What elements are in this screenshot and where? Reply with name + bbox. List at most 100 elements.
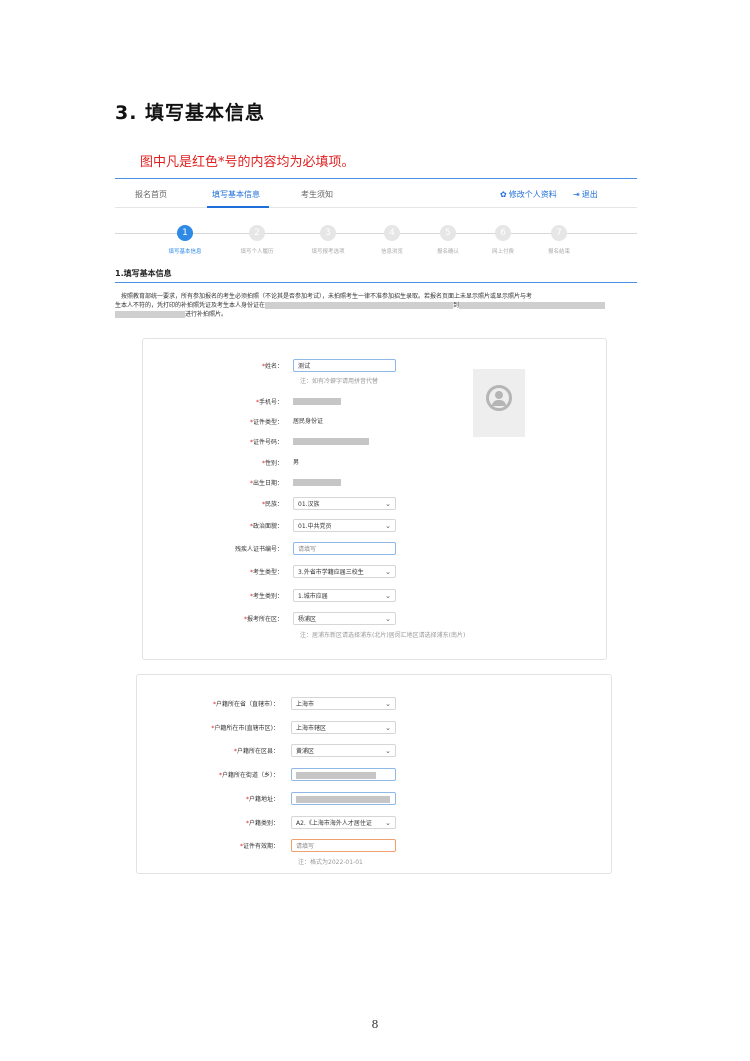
redacted-block (115, 311, 185, 318)
redacted-block (293, 438, 369, 445)
redacted-block (296, 796, 390, 803)
chevron-down-icon: ⌄ (385, 724, 391, 732)
tab-basic-info[interactable]: 填写基本信息 (212, 189, 260, 200)
validity-label: 证件有效期： (242, 843, 279, 850)
birth-row: *出生日期： (249, 480, 283, 487)
step-7: 7 报名结束 (529, 222, 589, 255)
notice-text: 生本人不符的，凭打印的补拍照凭证及考生本人身份证在 (115, 302, 266, 309)
redacted-block (265, 302, 454, 309)
city-row: *户籍所在市(直辖市区)： (211, 725, 279, 732)
hukoutype-selected: A2.《上海市海外人才居住证 (296, 820, 372, 827)
chevron-down-icon: ⌄ (385, 522, 391, 530)
name-input[interactable]: 测试 (293, 359, 396, 372)
political-select[interactable]: 01.中共党员 ⌄ (293, 519, 396, 532)
disability-placeholder: 请填写 (298, 546, 317, 553)
validity-row: *证件有效期： (239, 843, 279, 850)
province-select[interactable]: 上海市 ⌄ (291, 697, 396, 710)
idtype-value: 居民身份证 (293, 418, 324, 425)
phone-value (293, 395, 353, 408)
ethnic-row: *民族： (261, 501, 283, 508)
step-label: 报名结束 (547, 249, 570, 255)
tab-candidate-notice[interactable]: 考生须知 (301, 189, 333, 200)
name-label: 姓名： (264, 363, 283, 370)
province-row: *户籍所在省（直辖市）： (212, 701, 279, 708)
step-label: 填写个人履历 (240, 249, 274, 255)
name-row: *姓名： (261, 363, 283, 370)
birth-label: 出生日期： (252, 480, 283, 487)
step-number: 1 (177, 225, 193, 241)
step-label: 报名确认 (436, 249, 459, 255)
disability-row: 残疾人证书编号： (143, 542, 283, 556)
county-selected: 黄浦区 (296, 748, 315, 755)
edit-profile-link[interactable]: ✿ 修改个人资料 (500, 189, 557, 200)
address-label: 户籍地址： (248, 796, 279, 803)
photo-placeholder (473, 369, 525, 437)
birth-value (293, 476, 353, 489)
chevron-down-icon: ⌄ (385, 568, 391, 576)
notice-line-1: 按照教育部统一要求，所有参加报名的考生必须拍照（不论其是否参加考试），未拍照考生… (121, 293, 533, 300)
name-hint: 注：如有冷僻字请用拼音代替 (300, 378, 379, 385)
province-selected: 上海市 (296, 701, 315, 708)
examtype-label: 考生类型： (252, 569, 283, 576)
category-row: *考生类别： (249, 593, 283, 600)
screenshot-frame: 报名首页 填写基本信息 考生须知 ✿ 修改个人资料 ⇥ 退出 1 填写基本信息 2 … (115, 178, 637, 883)
validity-placeholder: 请填写 (296, 843, 315, 850)
examtype-select[interactable]: 3.外省市学籍应届三校生 ⌄ (293, 565, 396, 578)
edit-profile-label: 修改个人资料 (508, 190, 557, 199)
county-row: *户籍所在区县： (233, 748, 279, 755)
notice-line-2: 生本人不符的，凭打印的补拍照凭证及考生本人身份证在到 (115, 301, 637, 310)
district-label: 报考所在区： (246, 616, 283, 623)
redacted-block (293, 479, 341, 486)
chevron-down-icon: ⌄ (385, 592, 391, 600)
political-row: *政治面貌： (249, 523, 283, 530)
step-2: 2 填写个人履历 (227, 222, 287, 255)
photo-notice: 按照教育部统一要求，所有参加报名的考生必须拍照（不论其是否参加考试），未拍照考生… (115, 292, 637, 319)
gender-label: 性别： (264, 460, 283, 467)
idtype-row: *证件类型： (249, 419, 283, 426)
avatar-icon (486, 385, 512, 411)
category-select[interactable]: 1.城市应届 ⌄ (293, 589, 396, 602)
step-5: 5 报名确认 (418, 222, 478, 255)
chevron-down-icon: ⌄ (385, 747, 391, 755)
disability-input[interactable]: 请填写 (293, 542, 396, 555)
chevron-down-icon: ⌄ (385, 700, 391, 708)
chevron-down-icon: ⌄ (385, 500, 391, 508)
county-select[interactable]: 黄浦区 ⌄ (291, 744, 396, 757)
step-number: 3 (320, 225, 336, 241)
step-number: 6 (495, 225, 511, 241)
step-3: 3 填写报考选项 (298, 222, 358, 255)
tab-home[interactable]: 报名首页 (135, 189, 167, 200)
top-navigation: 报名首页 填写基本信息 考生须知 ✿ 修改个人资料 ⇥ 退出 (115, 178, 637, 208)
step-label: 信息浏览 (380, 249, 403, 255)
redacted-block (459, 302, 606, 309)
hukoutype-row: *户籍类别： (245, 820, 279, 827)
page-number: 8 (371, 1018, 379, 1031)
category-selected: 1.城市应届 (298, 593, 328, 600)
validity-input[interactable]: 请填写 (291, 839, 396, 852)
notice-text: 进行补拍照片。 (185, 311, 228, 318)
district-select[interactable]: 杨浦区 ⌄ (293, 612, 396, 625)
section-title: 1.填写基本信息 (115, 269, 172, 278)
political-label: 政治面貌： (252, 523, 283, 530)
city-select[interactable]: 上海市辖区 ⌄ (291, 721, 396, 734)
address-input[interactable] (291, 792, 396, 805)
district-row: *报考所在区： (243, 616, 283, 623)
ethnic-select[interactable]: 01.汉族 ⌄ (293, 497, 396, 510)
district-hint: 注：居浦东新区请选择浦东(北片)居闵汇地区请选择浦东(南片) (300, 632, 466, 639)
redacted-block (293, 398, 341, 405)
gender-row: *性别： (261, 460, 283, 467)
ethnic-selected: 01.汉族 (298, 501, 320, 508)
section-rule (115, 282, 637, 283)
logout-link[interactable]: ⇥ 退出 (573, 189, 598, 200)
redacted-block (296, 772, 376, 779)
chevron-down-icon: ⌄ (385, 615, 391, 623)
active-tab-underline (207, 206, 269, 208)
step-label: 网上付费 (491, 249, 514, 255)
city-selected: 上海市辖区 (296, 725, 327, 732)
step-6: 6 网上付费 (473, 222, 533, 255)
step-number: 2 (249, 225, 265, 241)
step-1: 1 填写基本信息 (155, 222, 215, 255)
doc-heading: 3. 填写基本信息 (115, 102, 266, 124)
street-input[interactable] (291, 768, 396, 781)
hukoutype-select[interactable]: A2.《上海市海外人才居住证 ⌄ (291, 816, 396, 829)
